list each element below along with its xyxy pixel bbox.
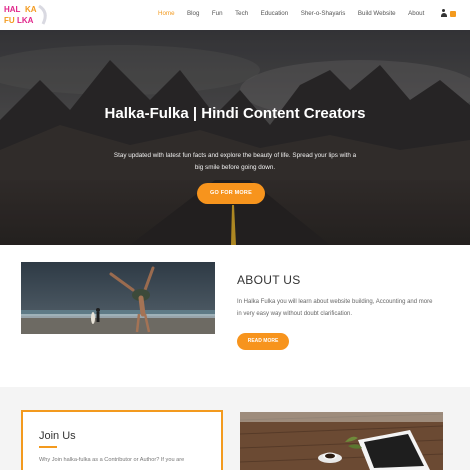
join-us-card: Join Us Why Join halka-fulka as a Contri… — [21, 410, 223, 470]
join-description: Why Join halka-fulka as a Contributor or… — [39, 457, 185, 463]
hero-banner: Halka-Fulka | Hindi Content Creators Sta… — [0, 30, 470, 245]
cart-icon[interactable] — [450, 10, 456, 17]
nav-blog[interactable]: Blog — [187, 10, 199, 22]
join-heading: Join Us — [39, 430, 76, 442]
main-nav: Home Blog Fun Tech Education Sher-o-Shay… — [158, 10, 437, 22]
svg-text:KA: KA — [25, 5, 37, 14]
about-heading: ABOUT US — [237, 273, 301, 287]
nav-about[interactable]: About — [408, 10, 424, 22]
nav-education[interactable]: Education — [261, 10, 289, 22]
nav-fun[interactable]: Fun — [212, 10, 223, 22]
hero-background-image — [0, 30, 470, 245]
header-icons — [440, 9, 456, 17]
site-logo[interactable]: HAL KA FU LKA — [3, 2, 55, 28]
nav-build-website[interactable]: Build Website — [358, 10, 396, 22]
about-image — [21, 262, 215, 334]
desk-image — [240, 412, 443, 470]
hero-subtitle: Stay updated with latest fun facts and e… — [113, 152, 357, 171]
nav-home[interactable]: Home — [158, 10, 175, 22]
about-description: In Halka Fulka you will learn about webs… — [237, 299, 433, 317]
go-for-more-button[interactable]: GO FOR MORE — [197, 183, 265, 204]
svg-text:LKA: LKA — [17, 16, 34, 25]
svg-text:FU: FU — [4, 16, 15, 25]
nav-sher-o-shayaris[interactable]: Sher-o-Shayaris — [301, 10, 346, 22]
user-icon[interactable] — [440, 9, 447, 17]
site-header: HAL KA FU LKA Home Blog Fun Tech Educati… — [0, 0, 470, 30]
svg-text:HAL: HAL — [4, 5, 21, 14]
read-more-button[interactable]: READ MORE — [237, 333, 289, 350]
hero-title: Halka-Fulka | Hindi Content Creators — [104, 105, 366, 122]
nav-tech[interactable]: Tech — [235, 10, 248, 22]
join-heading-underline — [39, 446, 57, 448]
